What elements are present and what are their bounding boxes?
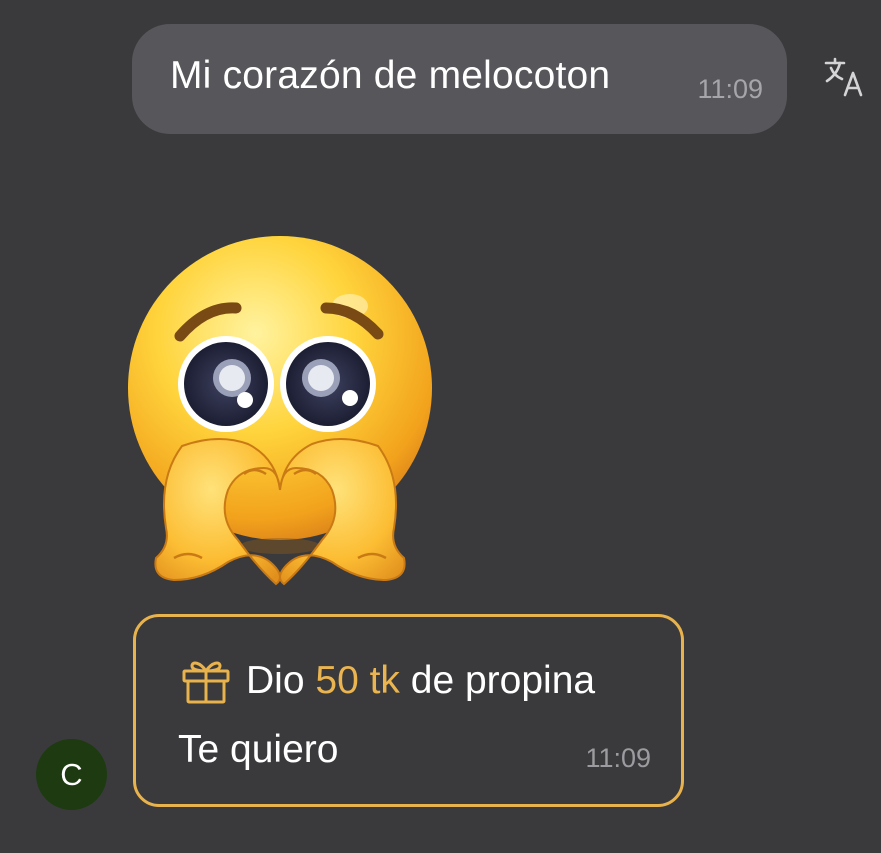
tip-message-card[interactable]: Dio 50 tk de propina Te quiero 11:09 [133,614,684,807]
translate-icon [824,57,863,97]
incoming-message-bubble[interactable]: Mi corazón de melocoton 11:09 [132,24,787,134]
pleading-face-sticker[interactable] [118,228,438,593]
tip-summary: Dio 50 tk de propina [180,658,595,704]
message-timestamp: 11:09 [697,74,763,104]
tip-timestamp: 11:09 [585,743,651,773]
tip-message-text: Te quiero [178,728,339,771]
avatar-initial: C [60,756,83,792]
tip-prefix: Dio [246,659,305,702]
message-text: Mi corazón de melocoton [170,54,611,97]
gift-icon [182,661,230,704]
avatar[interactable]: C [36,739,107,810]
tip-amount: 50 tk [315,659,400,702]
tip-suffix: de propina [410,659,596,702]
pleading-face-heart-hands-sticker [128,236,432,586]
translate-button[interactable] [822,55,868,101]
